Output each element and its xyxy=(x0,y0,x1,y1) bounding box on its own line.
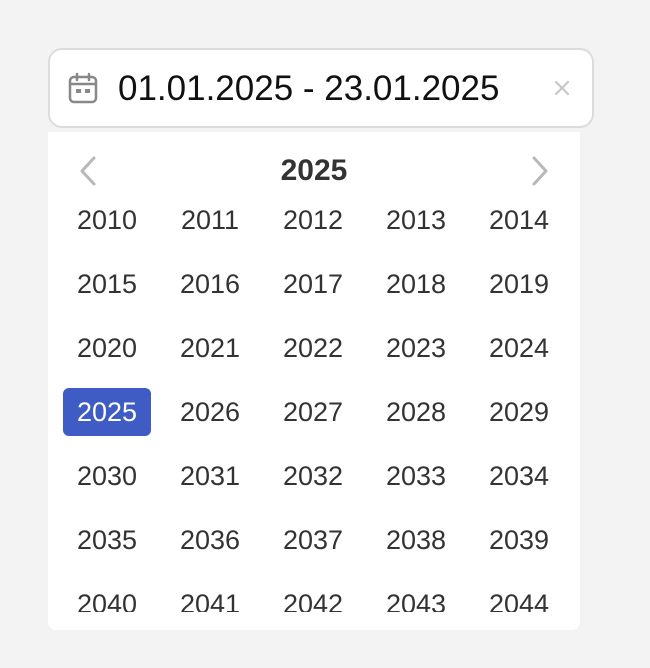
year-cell[interactable]: 2012 xyxy=(269,210,357,244)
picker-header-year[interactable]: 2025 xyxy=(48,152,580,190)
year-cell[interactable]: 2033 xyxy=(372,452,460,500)
year-cell[interactable]: 2023 xyxy=(372,324,460,372)
year-cell[interactable]: 2031 xyxy=(166,452,254,500)
year-cell[interactable]: 2015 xyxy=(63,260,151,308)
year-cell-selected[interactable]: 2025 xyxy=(63,388,151,436)
year-cell[interactable]: 2043 xyxy=(372,580,460,612)
year-cell[interactable]: 2026 xyxy=(166,388,254,436)
chevron-right-icon[interactable] xyxy=(520,152,560,190)
year-cell[interactable]: 2014 xyxy=(475,210,563,244)
year-cell[interactable]: 2027 xyxy=(269,388,357,436)
year-cell[interactable]: 2028 xyxy=(372,388,460,436)
year-picker-popup: 2025 2010 2011 2012 2013 2014 2015 2016 2017 201… xyxy=(48,132,580,630)
year-cell[interactable]: 2018 xyxy=(372,260,460,308)
year-cell[interactable]: 2038 xyxy=(372,516,460,564)
year-cell[interactable]: 2013 xyxy=(372,210,460,244)
year-cell[interactable]: 2017 xyxy=(269,260,357,308)
year-cell[interactable]: 2032 xyxy=(269,452,357,500)
year-cell[interactable]: 2039 xyxy=(475,516,563,564)
year-cell[interactable]: 2036 xyxy=(166,516,254,564)
years-scroll-area[interactable]: 2010 2011 2012 2013 2014 2015 2016 2017 2018 2019… xyxy=(48,210,580,612)
year-cell[interactable]: 2044 xyxy=(475,580,563,612)
year-cell[interactable]: 2042 xyxy=(269,580,357,612)
date-range-value[interactable]: 01.01.2025 - 23.01.2025 xyxy=(118,68,499,110)
year-cell[interactable]: 2034 xyxy=(475,452,563,500)
close-icon[interactable] xyxy=(550,76,574,100)
year-cell[interactable]: 2010 xyxy=(63,210,151,244)
year-cell[interactable]: 2024 xyxy=(475,324,563,372)
year-cell[interactable]: 2040 xyxy=(63,580,151,612)
year-cell[interactable]: 2029 xyxy=(475,388,563,436)
year-cell[interactable]: 2016 xyxy=(166,260,254,308)
year-cell[interactable]: 2037 xyxy=(269,516,357,564)
year-cell[interactable]: 2030 xyxy=(63,452,151,500)
year-cell[interactable]: 2035 xyxy=(63,516,151,564)
date-range-input[interactable]: 01.01.2025 - 23.01.2025 xyxy=(48,48,594,128)
year-cell[interactable]: 2021 xyxy=(166,324,254,372)
years-grid: 2010 2011 2012 2013 2014 2015 2016 2017 2018 2019… xyxy=(63,210,580,612)
calendar-icon xyxy=(68,72,98,104)
year-cell[interactable]: 2041 xyxy=(166,580,254,612)
year-cell[interactable]: 2020 xyxy=(63,324,151,372)
year-cell[interactable]: 2022 xyxy=(269,324,357,372)
year-cell[interactable]: 2011 xyxy=(166,210,254,244)
year-cell[interactable]: 2019 xyxy=(475,260,563,308)
